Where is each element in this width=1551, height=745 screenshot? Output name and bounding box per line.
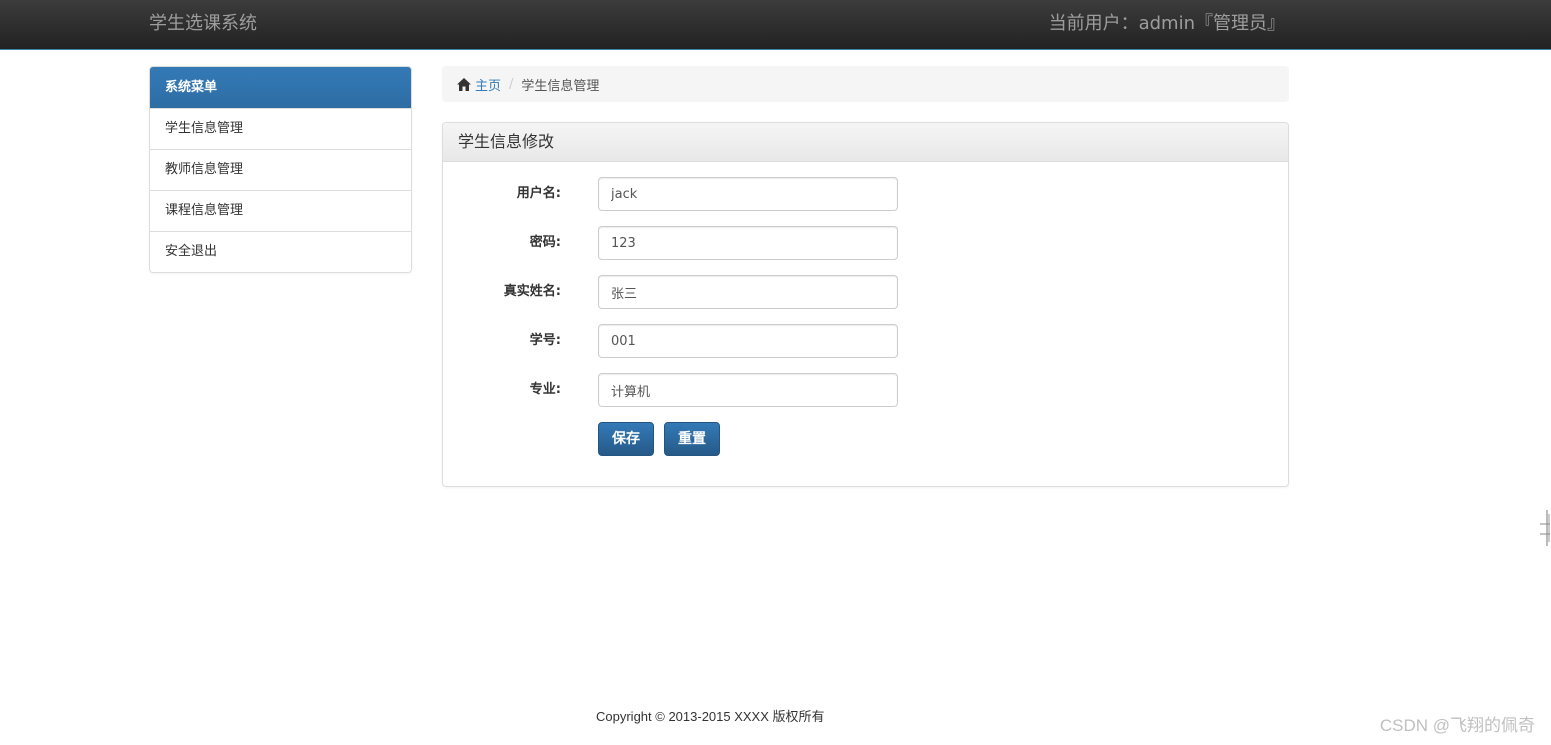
real-name-label: 真实姓名: xyxy=(503,284,561,299)
real-name-input[interactable] xyxy=(598,275,898,309)
password-label: 密码: xyxy=(529,235,561,250)
breadcrumb-home-link[interactable]: 主页 xyxy=(475,75,501,94)
major-label: 专业: xyxy=(529,382,561,397)
student-id-input[interactable] xyxy=(598,324,898,358)
home-icon[interactable] xyxy=(457,77,471,91)
scroll-handle-icon[interactable] xyxy=(1538,508,1551,548)
breadcrumb: 主页 / 学生信息管理 xyxy=(442,66,1289,102)
save-button[interactable]: 保存 xyxy=(598,422,654,456)
username-label: 用户名: xyxy=(516,186,561,201)
sidebar-item-teacher-management[interactable]: 教师信息管理 xyxy=(150,149,411,190)
watermark: CSDN @飞翔的佩奇 xyxy=(1379,716,1535,735)
footer-copyright: Copyright © 2013-2015 XXXX 版权所有 xyxy=(596,709,825,724)
form-row-real-name: 真实姓名: xyxy=(443,275,1288,309)
reset-button[interactable]: 重置 xyxy=(664,422,720,456)
breadcrumb-current: 学生信息管理 xyxy=(521,78,600,94)
form-row-password: 密码: xyxy=(443,226,1288,260)
sidebar-heading: 系统菜单 xyxy=(150,67,411,108)
sidebar-item-logout[interactable]: 安全退出 xyxy=(150,231,411,272)
password-input[interactable] xyxy=(598,226,898,260)
form-row-username: 用户名: xyxy=(443,177,1288,211)
panel-title: 学生信息修改 xyxy=(443,123,1288,162)
sidebar-item-student-management[interactable]: 学生信息管理 xyxy=(150,108,411,149)
username-input[interactable] xyxy=(598,177,898,211)
current-user-info: 当前用户：admin『管理员』 xyxy=(1048,13,1285,34)
major-input[interactable] xyxy=(598,373,898,407)
form-row-student-id: 学号: xyxy=(443,324,1288,358)
sidebar-item-course-management[interactable]: 课程信息管理 xyxy=(150,190,411,231)
app-brand[interactable]: 学生选课系统 xyxy=(149,12,257,36)
sidebar-menu: 系统菜单 学生信息管理 教师信息管理 课程信息管理 安全退出 xyxy=(149,66,412,273)
breadcrumb-separator: / xyxy=(509,76,514,92)
student-id-label: 学号: xyxy=(529,333,561,348)
student-edit-panel: 学生信息修改 用户名: 密码: 真实姓名: 学号: 专业: 保存 重置 xyxy=(442,122,1289,487)
top-navbar: 学生选课系统 当前用户：admin『管理员』 xyxy=(0,0,1551,50)
form-row-major: 专业: xyxy=(443,373,1288,407)
